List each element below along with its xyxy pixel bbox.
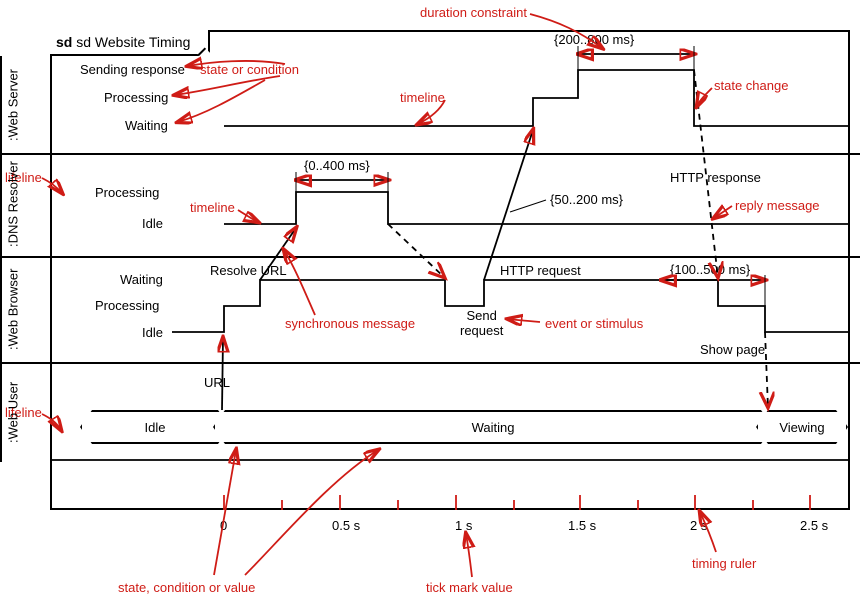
- annot-event: event or stimulus: [545, 316, 643, 331]
- state-processing-ws: Processing: [104, 90, 168, 105]
- state-sending-response: Sending response: [80, 62, 185, 77]
- duration-200-800: {200..800 ms}: [554, 32, 634, 47]
- frame-name: sd sd Website Timing: [50, 30, 210, 56]
- state-processing-dns: Processing: [95, 185, 159, 200]
- annot-tick: tick mark value: [426, 580, 513, 595]
- lifeline-dns: :DNS Resolver: [0, 153, 24, 256]
- tick-05: 0.5 s: [332, 518, 360, 533]
- msg-send-req: Sendrequest: [460, 308, 503, 338]
- annot-state-value: state, condition or value: [118, 580, 255, 595]
- state-hex-viewing: Viewing: [756, 410, 848, 444]
- duration-0-400: {0..400 ms}: [304, 158, 370, 173]
- duration-100-500: {100..500 ms}: [670, 262, 750, 277]
- state-waiting-wb: Waiting: [120, 272, 163, 287]
- swimlane-div-3: [0, 362, 860, 364]
- state-hex-idle: Idle: [80, 410, 230, 444]
- tick-15: 1.5 s: [568, 518, 596, 533]
- lifeline-user: :Web User: [0, 362, 24, 462]
- annot-reply-message: reply message: [735, 198, 820, 213]
- lifeline-web-server: :Web Server: [0, 56, 24, 153]
- state-idle-wb: Idle: [142, 325, 163, 340]
- duration-50-200: {50..200 ms}: [550, 192, 623, 207]
- annot-timeline-2: timeline: [190, 200, 235, 215]
- lifeline-browser: :Web Browser: [0, 256, 24, 362]
- tick-1: 1 s: [455, 518, 472, 533]
- msg-show-page: Show page: [700, 342, 765, 357]
- annot-state-change: state change: [714, 78, 788, 93]
- annot-sync-msg: synchronous message: [285, 316, 415, 331]
- state-idle-dns: Idle: [142, 216, 163, 231]
- annot-timeline-1: timeline: [400, 90, 445, 105]
- state-waiting-ws: Waiting: [125, 118, 168, 133]
- tick-0: 0: [220, 518, 227, 533]
- state-hex-waiting: Waiting: [213, 410, 773, 444]
- msg-resolve: Resolve URL: [210, 263, 287, 278]
- annot-state-or-condition: state or condition: [200, 62, 299, 77]
- annot-ruler: timing ruler: [692, 556, 756, 571]
- swimlane-div-2: [0, 256, 860, 258]
- frame-name-text: sd Website Timing: [76, 34, 190, 50]
- msg-url: URL: [204, 375, 230, 390]
- msg-http-req: HTTP request: [500, 263, 581, 278]
- msg-http-resp: HTTP response: [670, 170, 761, 185]
- tick-2: 2 s: [690, 518, 707, 533]
- swimlane-div-1: [0, 153, 860, 155]
- annot-duration-constraint: duration constraint: [420, 5, 527, 20]
- tick-25: 2.5 s: [800, 518, 828, 533]
- diagram-canvas: sd sd Website Timing :Web Server Sending…: [0, 0, 860, 609]
- state-processing-wb: Processing: [95, 298, 159, 313]
